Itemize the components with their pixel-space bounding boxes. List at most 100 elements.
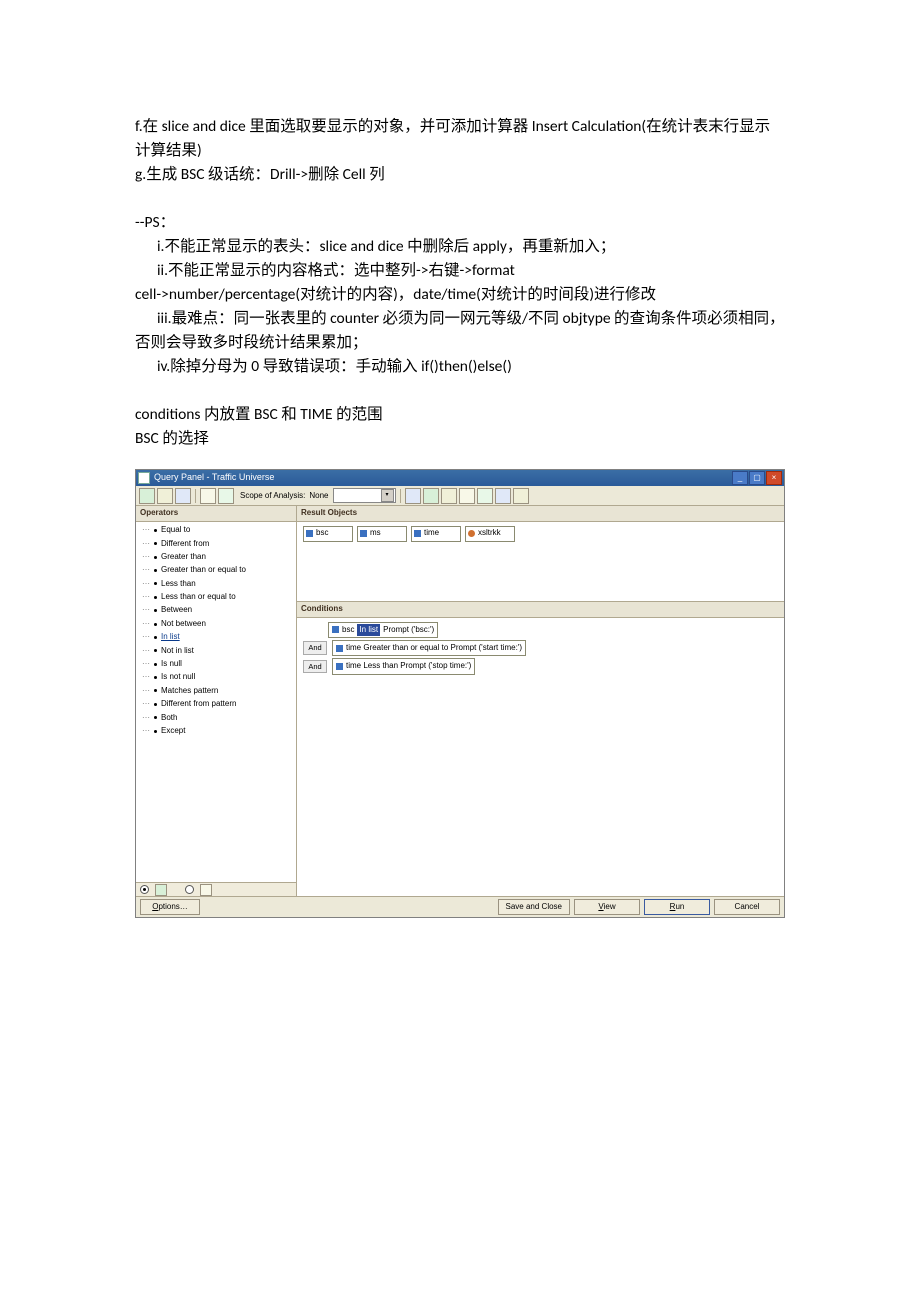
close-button[interactable]: × bbox=[766, 471, 782, 485]
operator-label: Both bbox=[161, 712, 177, 724]
toolbar-icon[interactable] bbox=[441, 488, 457, 504]
bullet-icon bbox=[154, 596, 157, 599]
dimension-icon bbox=[332, 626, 339, 633]
operator-label: Greater than bbox=[161, 551, 206, 563]
para-iv: iv.除掉分母为 0 导致错误项：手动输入 if()then()else() bbox=[135, 355, 785, 379]
bullet-icon bbox=[154, 703, 157, 706]
toolbar-icon[interactable] bbox=[139, 488, 155, 504]
minimize-button[interactable]: _ bbox=[732, 471, 748, 485]
dimension-icon bbox=[336, 645, 343, 652]
toolbar-icon[interactable] bbox=[200, 488, 216, 504]
result-object[interactable]: ms bbox=[357, 526, 407, 542]
run-button[interactable]: Run bbox=[644, 899, 710, 915]
para-i: i.不能正常显示的表头：slice and dice 中删除后 apply，再重… bbox=[135, 235, 785, 259]
result-object[interactable]: xsltrkk bbox=[465, 526, 515, 542]
result-object[interactable]: time bbox=[411, 526, 461, 542]
operator-item[interactable]: ⋯ Between bbox=[142, 604, 290, 617]
tree-connector: ⋯ bbox=[142, 578, 150, 590]
operator-item[interactable]: ⋯Is not null bbox=[142, 671, 290, 684]
bullet-icon bbox=[154, 569, 157, 572]
operator-item[interactable]: ⋯ Except bbox=[142, 724, 290, 737]
operator-label: Different from bbox=[161, 538, 209, 550]
maximize-button[interactable]: ▢ bbox=[749, 471, 765, 485]
para-g: g.生成 BSC 级话统：Drill->删除 Cell 列 bbox=[135, 163, 785, 187]
and-operator[interactable]: And bbox=[303, 660, 327, 674]
bullet-icon bbox=[154, 649, 157, 652]
condition-row[interactable]: And time Less than Prompt ('stop time:') bbox=[303, 658, 778, 674]
tree-connector: ⋯ bbox=[142, 551, 150, 563]
tree-connector: ⋯ bbox=[142, 698, 150, 710]
operator-item[interactable]: ⋯Different from pattern bbox=[142, 698, 290, 711]
embedded-screenshot: Query Panel - Traffic Universe _ ▢ × Sco… bbox=[135, 469, 785, 918]
operator-item[interactable]: ⋯ Not in list bbox=[142, 644, 290, 657]
operator-label: In list bbox=[161, 631, 180, 643]
tree-connector: ⋯ bbox=[142, 631, 150, 643]
bullet-icon bbox=[154, 623, 157, 626]
tree-connector: ⋯ bbox=[142, 645, 150, 657]
bullet-icon bbox=[154, 609, 157, 612]
operators-panel: Operators ⋯Equal to⋯Different from⋯Great… bbox=[136, 506, 297, 896]
operators-list: ⋯Equal to⋯Different from⋯Greater than⋯Gr… bbox=[136, 522, 296, 883]
window-titlebar: Query Panel - Traffic Universe _ ▢ × bbox=[136, 470, 784, 486]
radio-left[interactable] bbox=[140, 885, 149, 894]
toolbar-icon[interactable] bbox=[459, 488, 475, 504]
app-icon bbox=[138, 472, 150, 484]
condition-row[interactable]: bsc In list Prompt ('bsc:') bbox=[303, 622, 778, 638]
conditions-header: Conditions bbox=[297, 602, 784, 617]
toolbar-icon[interactable] bbox=[405, 488, 421, 504]
toolbar-icon[interactable] bbox=[477, 488, 493, 504]
operator-label: Is null bbox=[161, 658, 182, 670]
operator-item[interactable]: ⋯ Is null bbox=[142, 658, 290, 671]
bullet-icon bbox=[154, 529, 157, 532]
toolbar-icon[interactable] bbox=[218, 488, 234, 504]
help-icon[interactable] bbox=[513, 488, 529, 504]
operator-item[interactable]: ⋯Greater than or equal to bbox=[142, 564, 290, 577]
operator-label: Except bbox=[161, 725, 185, 737]
tree-connector: ⋯ bbox=[142, 524, 150, 536]
operator-label: Between bbox=[161, 604, 192, 616]
result-object[interactable]: bsc bbox=[303, 526, 353, 542]
left-panel-footer bbox=[136, 882, 296, 896]
operator-item[interactable]: ⋯Matches pattern bbox=[142, 684, 290, 697]
operator-label: Greater than or equal to bbox=[161, 564, 246, 576]
tree-connector: ⋯ bbox=[142, 685, 150, 697]
tree-connector: ⋯ bbox=[142, 658, 150, 670]
and-operator[interactable]: And bbox=[303, 641, 327, 655]
result-objects-panel: Result Objects bsc ms time xsltrkk bbox=[297, 506, 784, 602]
options-button[interactable]: Options… bbox=[140, 899, 200, 915]
document-body: f.在 slice and dice 里面选取要显示的对象，并可添加计算器 In… bbox=[0, 0, 920, 968]
tree-connector: ⋯ bbox=[142, 604, 150, 616]
scope-combo[interactable]: ▾ bbox=[333, 488, 396, 503]
bullet-icon bbox=[154, 663, 157, 666]
operator-item[interactable]: ⋯ Less than or equal to bbox=[142, 591, 290, 604]
operator-item[interactable]: ⋯ Greater than bbox=[142, 550, 290, 563]
bullet-icon bbox=[154, 542, 157, 545]
operator-label: Less than or equal to bbox=[161, 591, 236, 603]
bullet-icon bbox=[154, 689, 157, 692]
measure-icon bbox=[468, 530, 475, 537]
tree-connector: ⋯ bbox=[142, 725, 150, 737]
toolbar-icon[interactable] bbox=[175, 488, 191, 504]
radio-right[interactable] bbox=[185, 885, 194, 894]
operator-item[interactable]: ⋯Both bbox=[142, 711, 290, 724]
cancel-button[interactable]: Cancel bbox=[714, 899, 780, 915]
tree-connector: ⋯ bbox=[142, 591, 150, 603]
bullet-icon bbox=[154, 676, 157, 679]
view-button[interactable]: View bbox=[574, 899, 640, 915]
toolbar-icon[interactable] bbox=[423, 488, 439, 504]
operator-label: Not in list bbox=[161, 645, 194, 657]
save-close-button[interactable]: Save and Close bbox=[498, 899, 570, 915]
toolbar-icon[interactable] bbox=[157, 488, 173, 504]
para-f: f.在 slice and dice 里面选取要显示的对象，并可添加计算器 In… bbox=[135, 115, 785, 163]
toolbar-icon[interactable] bbox=[495, 488, 511, 504]
operator-item[interactable]: ⋯Different from bbox=[142, 537, 290, 550]
operator-item[interactable]: ⋯ Equal to bbox=[142, 524, 290, 537]
condition-row[interactable]: And time Greater than or equal to Prompt… bbox=[303, 640, 778, 656]
operator-label: Equal to bbox=[161, 524, 190, 536]
operators-header: Operators bbox=[136, 506, 296, 521]
operator-item[interactable]: ⋯ In list bbox=[142, 631, 290, 644]
operator-item[interactable]: ⋯Not between bbox=[142, 617, 290, 630]
tree-connector: ⋯ bbox=[142, 618, 150, 630]
operator-item[interactable]: ⋯Less than bbox=[142, 577, 290, 590]
toolbar: Scope of Analysis: None ▾ bbox=[136, 486, 784, 506]
